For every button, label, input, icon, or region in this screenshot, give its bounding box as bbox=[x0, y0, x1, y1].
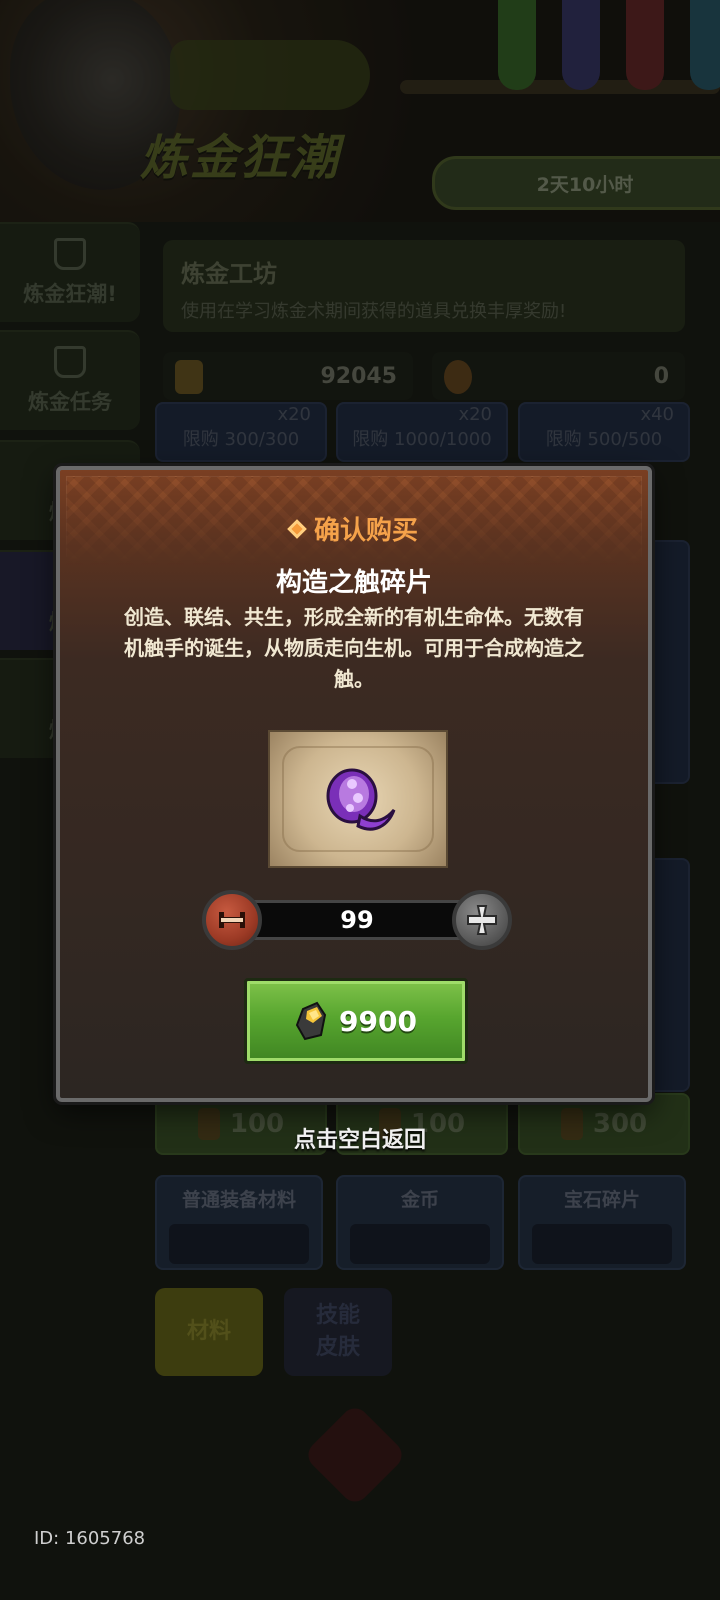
confirm-purchase-dialog: 确认购买 构造之触碎片 创造、联结、共生，形成全新的有机生命体。无数有机触手的诞… bbox=[56, 466, 652, 1102]
buy-button[interactable]: 9900 bbox=[244, 978, 468, 1064]
buy-price: 9900 bbox=[339, 1004, 417, 1038]
quantity-value: 99 bbox=[340, 906, 374, 934]
dialog-header: 确认购买 bbox=[60, 510, 648, 547]
item-preview bbox=[268, 730, 448, 868]
purple-tentacle-icon bbox=[326, 768, 396, 831]
item-description: 创造、联结、共生，形成全新的有机生命体。无数有机触手的诞生，从物质走向生机。可用… bbox=[124, 605, 584, 691]
tap-to-return-hint[interactable]: 点击空白返回 bbox=[0, 1122, 720, 1154]
plus-icon bbox=[467, 905, 497, 935]
dialog-title: 确认购买 bbox=[313, 516, 418, 546]
minus-icon bbox=[219, 912, 245, 928]
decrease-quantity-button[interactable] bbox=[202, 890, 262, 950]
player-id: ID: 1605768 bbox=[34, 1528, 146, 1549]
item-name: 构造之触碎片 bbox=[275, 568, 432, 598]
quantity-stepper: 99 bbox=[202, 890, 512, 950]
increase-quantity-button[interactable] bbox=[452, 890, 512, 950]
gold-ore-icon bbox=[295, 1001, 327, 1041]
diamond-icon bbox=[287, 518, 307, 539]
quantity-display[interactable]: 99 bbox=[228, 900, 486, 940]
